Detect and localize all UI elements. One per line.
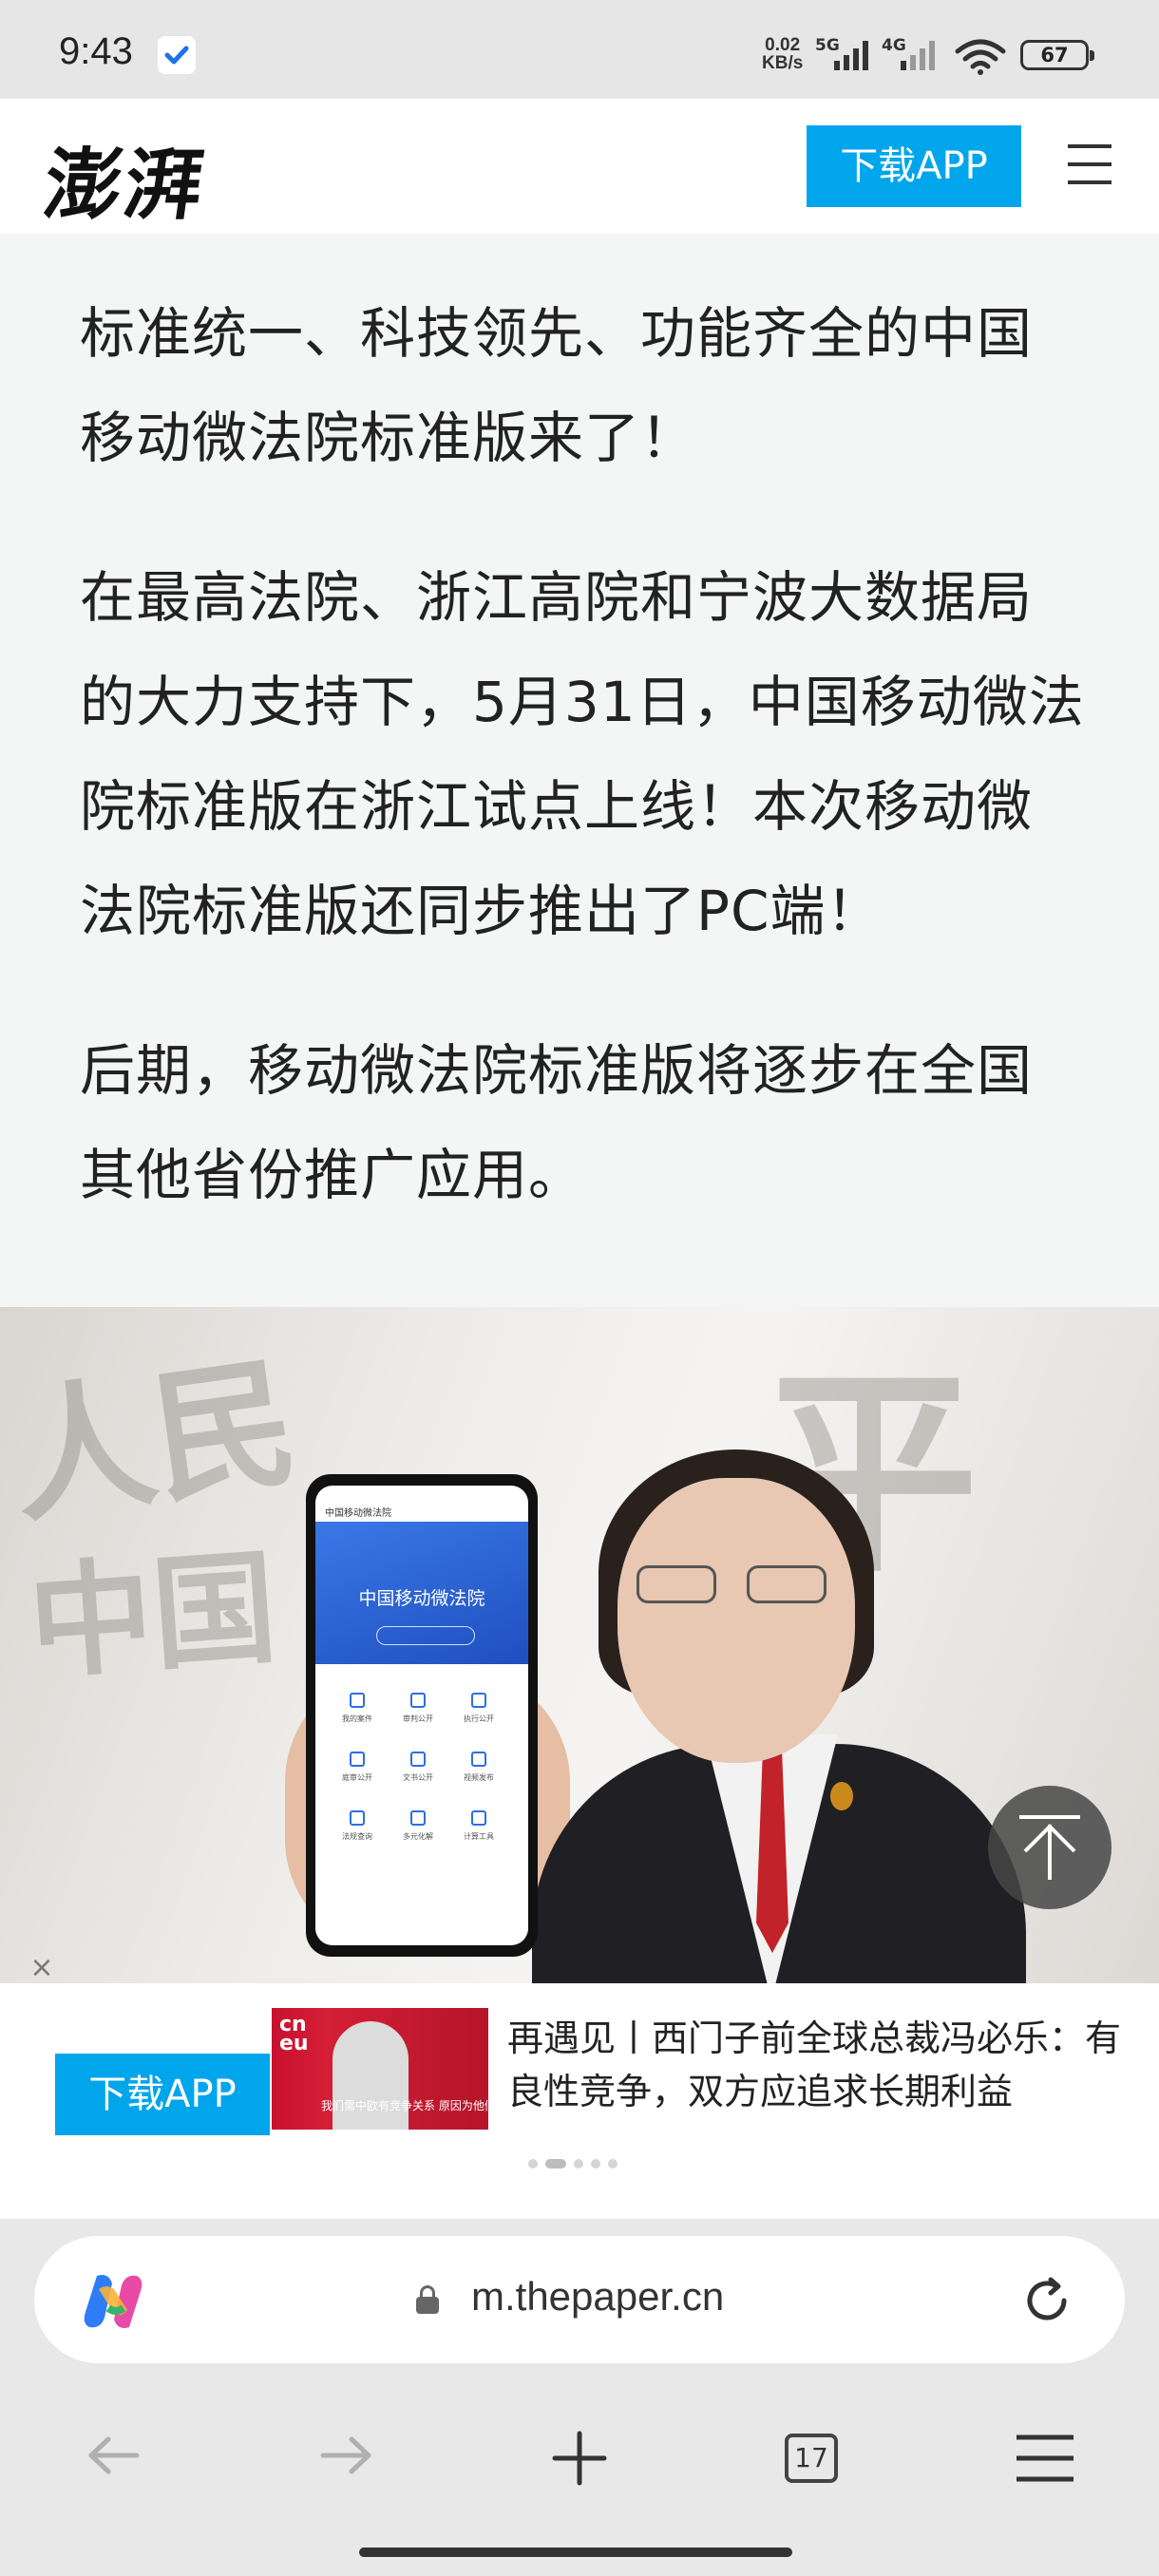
check-badge-icon [158,36,196,74]
url-text[interactable]: m.thepaper.cn [471,2274,724,2320]
network-speed: 0.02 KB/s [762,35,804,73]
download-app-button[interactable]: 下载APP [807,125,1021,207]
article-paragraph: 后期，移动微法院标准版将逐步在全国其他省份推广应用。 [80,1038,1034,1207]
site-logo[interactable]: 澎湃 [38,122,214,235]
signal-icon-2 [901,41,935,70]
site-header: 澎湃 下载APP [0,99,1159,234]
menu-icon[interactable] [1068,144,1112,188]
new-tab-plus-icon[interactable] [551,2430,608,2487]
article-paragraph: 标准统一、科技领先、功能齐全的中国移动微法院标准版来了！ [80,301,1034,470]
forward-arrow-icon[interactable] [317,2432,374,2479]
status-bar: 9:43 0.02 KB/s 5G 4G 67 [0,0,1159,99]
tabs-button[interactable]: 17 [785,2434,838,2483]
home-indicator[interactable] [359,2548,792,2557]
article-body: 标准统一、科技领先、功能齐全的中国移动微法院标准版来了！ 在最高法院、浙江高院和… [0,234,1159,1307]
lock-icon [416,2285,439,2314]
wifi-icon [955,39,1006,75]
carousel-indicator [528,2154,625,2169]
phone-in-photo: 中国移动微法院 中国移动微法院 我的案件 审判公开 执行公开 庭审公开 文书公开 视频发… [306,1474,538,1957]
signal-icon [834,41,868,70]
ad-download-app-button[interactable]: 下载APP [55,2054,270,2135]
article-photo: 人民 中国 平 中国移动微法院 中国移动微法院 我的案件 审判公开 执行公开 庭审公… [0,1307,1159,1983]
ad-thumbnail[interactable]: cn eu 我们需中欧有竞争关系 原因为他们很成功 [272,2008,488,2130]
ad-headline[interactable]: 再遇见丨西门子前全球总裁冯必乐：有良性竞争，双方应追求长期利益 [507,2012,1134,2118]
copilot-icon[interactable] [80,2270,146,2333]
back-arrow-icon[interactable] [86,2432,142,2479]
status-time: 9:43 [59,30,133,72]
article-paragraph: 在最高法院、浙江高院和宁波大数据局的大力支持下，5月31日，中国移动微法院标准版… [80,565,1085,943]
browser-menu-icon[interactable] [1015,2434,1075,2483]
arrow-up-icon [1019,1815,1080,1880]
scroll-to-top-button[interactable] [988,1786,1112,1909]
battery-icon: 67 [1020,40,1094,70]
reload-icon[interactable] [1018,2272,1075,2329]
close-icon[interactable]: × [28,1954,55,1982]
